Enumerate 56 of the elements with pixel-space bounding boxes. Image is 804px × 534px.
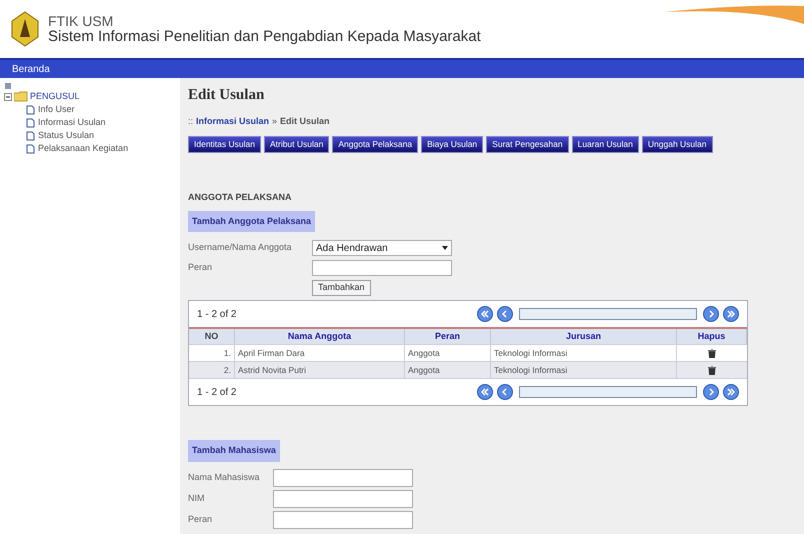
input-field[interactable] [312,260,452,276]
dropdown-icon [442,246,448,250]
tree-item[interactable]: Status Usulan [38,129,94,143]
page-title: Edit Usulan [188,86,266,105]
logo-icon [10,11,40,47]
table-cell: 2. [189,362,235,378]
nav-link[interactable]: Beranda [12,62,50,76]
tab-button[interactable]: Identitas Usulan [188,136,261,153]
field-label: NIM [188,492,206,506]
tab-button[interactable]: Atribut Usulan [264,136,330,153]
pager-count: 1 - 2 of 2 [197,308,238,322]
breadcrumb-link[interactable]: Informasi Usulan [196,114,270,128]
input-field[interactable] [273,469,413,487]
trash-icon[interactable] [708,348,716,358]
field-label: Peran [188,513,214,526]
section-title: ANGGOTA PELAKSANA [188,191,292,204]
next-page-icon[interactable] [703,306,719,322]
field-label: Nama Mahasiswa [188,471,261,484]
page-slider-track[interactable] [519,308,697,320]
previous-page-icon[interactable] [497,306,513,322]
table-cell: Anggota [405,362,491,378]
system-name: Sistem Informasi Penelitian dan Pengabdian Kepada Masyarakat [48,29,481,45]
tree-item[interactable]: Informasi Usulan [38,116,106,130]
collapse-icon[interactable] [4,92,12,101]
previous-page-icon[interactable] [497,384,513,400]
table-cell: Astrid Novita Putri [235,362,405,378]
tab-button[interactable]: Anggota Pelaksana [332,136,418,153]
input-field[interactable] [273,490,413,508]
tab-button[interactable]: Unggah Usulan [642,136,712,153]
org-name: FTIK USM [48,13,114,29]
field-label: Username/Nama Anggota [188,241,293,254]
tab-button[interactable]: Surat Pengesahan [486,136,569,153]
folder-icon [14,91,28,102]
table-cell: Teknologi Informasi [491,362,677,378]
last-page-icon[interactable] [723,306,739,322]
page-slider-track[interactable] [519,386,697,398]
tree-item[interactable]: PENGUSUL [30,90,80,104]
trash-icon[interactable] [708,366,716,374]
next-page-icon[interactable] [703,384,719,400]
tab-button[interactable]: Luaran Usulan [572,136,639,153]
last-page-icon[interactable] [723,384,739,400]
first-page-icon[interactable] [477,306,493,322]
member-select[interactable]: Ada Hendrawan [312,240,452,256]
form-heading: Tambah Anggota Pelaksana [188,210,316,232]
tree-item[interactable]: Info User [38,103,75,117]
add-button[interactable]: Tambahkan [312,280,371,296]
pager-count: 1 - 2 of 2 [197,386,238,400]
tree-item[interactable]: Pelaksanaan Kegiatan [38,142,128,156]
input-field[interactable] [273,511,413,529]
breadcrumb-separator: » [272,114,278,128]
breadcrumb-prefix: :: [188,114,194,128]
first-page-icon[interactable] [477,384,493,400]
form-heading: Tambah Mahasiswa [188,440,280,462]
breadcrumb-current: Edit Usulan [280,114,330,128]
tab-button[interactable]: Biaya Usulan [421,136,484,153]
field-label: Peran [188,261,214,274]
